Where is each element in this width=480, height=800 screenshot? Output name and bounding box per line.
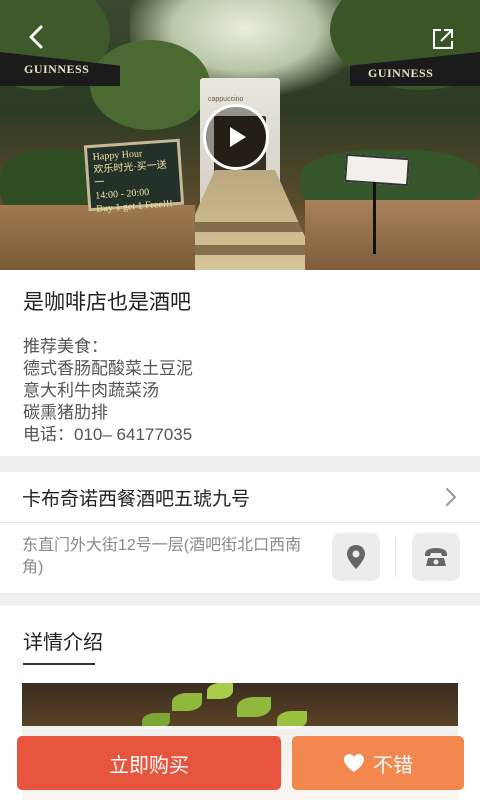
hero-video-thumbnail[interactable]: GUINNESS GUINNESS cappuccino Happy Hour … [0, 0, 480, 270]
button-separator [395, 537, 396, 577]
shop-name: 卡布奇诺西餐酒吧五琥九号 [22, 488, 251, 510]
play-button[interactable] [203, 104, 269, 170]
like-label: 不错 [373, 754, 413, 777]
deal-info: 是咖啡店也是酒吧 推荐美食： 德式香肠配酸菜土豆泥 意大利牛肉蔬菜汤 碳熏猪肋排… [0, 270, 480, 456]
shop-address: 东直门外大街12号一层(酒吧街北口西南角) [22, 537, 302, 576]
phone-icon [425, 548, 447, 566]
like-button[interactable]: 不错 [292, 736, 464, 790]
buy-now-button[interactable]: 立即购买 [17, 736, 281, 790]
phone-button[interactable] [412, 533, 460, 581]
heart-icon [344, 754, 364, 772]
phone-line: 电话：010– 64177035 [23, 425, 193, 444]
dish-item: 碳熏猪肋排 [23, 403, 108, 422]
play-icon [230, 127, 246, 147]
umbrella-right-text: GUINNESS [368, 66, 434, 80]
hero-step [175, 222, 325, 232]
chevron-right-icon [446, 488, 456, 506]
dish-item: 德式香肠配酸菜土豆泥 [23, 359, 193, 378]
photo-leaf [237, 697, 271, 717]
detail-heading: 详情介绍 [23, 632, 103, 654]
shop-name-row[interactable]: 卡布奇诺西餐酒吧五琥九号 [0, 472, 480, 522]
location-pin-icon [347, 545, 365, 569]
section-gap [0, 456, 480, 472]
deal-title: 是咖啡店也是酒吧 [23, 291, 191, 314]
happy-hour-board: Happy Hour 欢乐时光·买一送一 14:00 - 20:00 Buy 1… [83, 138, 185, 215]
share-icon [433, 29, 453, 49]
back-button[interactable] [22, 22, 52, 52]
location-button[interactable] [332, 533, 380, 581]
photo-leaf [172, 693, 202, 711]
section-gap [0, 593, 480, 606]
photo-leaf [207, 683, 233, 699]
hero-planter [305, 200, 480, 270]
recommend-label: 推荐美食： [23, 337, 108, 356]
dish-item: 意大利牛肉蔬菜汤 [23, 381, 159, 400]
umbrella-left-text: GUINNESS [24, 62, 90, 76]
heading-underline [23, 663, 95, 665]
chevron-left-icon [29, 25, 43, 49]
menu-stand [373, 182, 376, 254]
bottom-action-bar: 立即购买 不错 [0, 726, 480, 800]
share-button[interactable] [428, 24, 458, 54]
menu-board [344, 153, 410, 187]
building-sign: cappuccino [208, 96, 244, 103]
address-row: 东直门外大街12号一层(酒吧街北口西南角) [0, 523, 480, 593]
